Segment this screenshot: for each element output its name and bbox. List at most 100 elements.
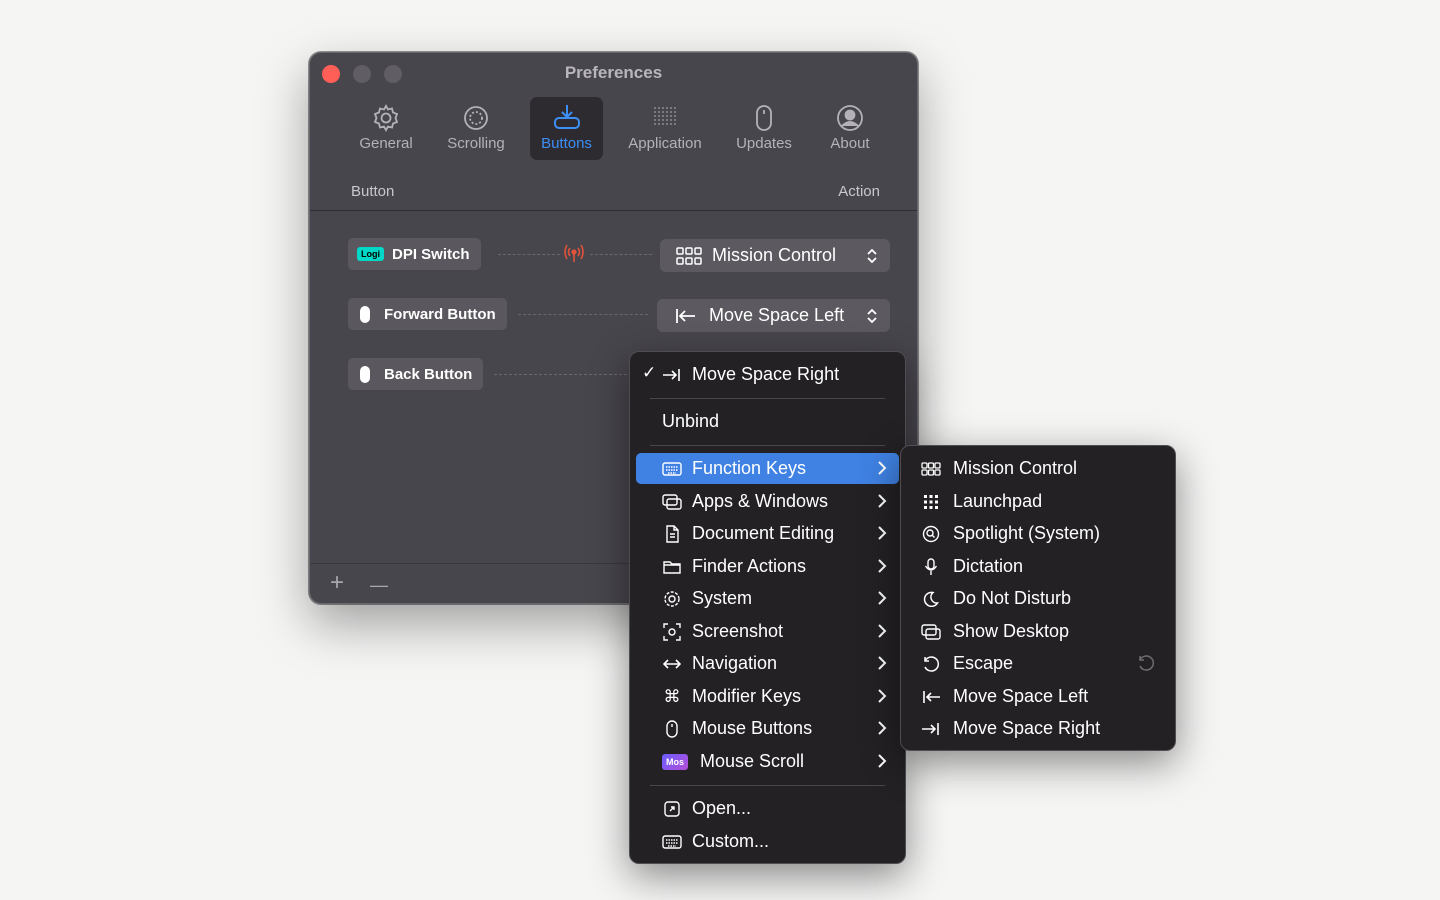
tab-application[interactable]: Application <box>624 97 706 160</box>
reset-icon[interactable] <box>1137 654 1155 672</box>
menu-item-label: Mouse Buttons <box>692 718 813 738</box>
menu-item-label: System <box>692 588 753 608</box>
submenu-item-label: Spotlight (System) <box>953 523 1101 543</box>
button-column-header: Button <box>351 183 395 200</box>
person-circle-icon <box>835 103 865 133</box>
connector-line <box>518 314 648 315</box>
tab-scrolling[interactable]: Scrolling <box>441 97 511 160</box>
document-icon <box>662 524 682 544</box>
menu-item-label: Screenshot <box>692 621 784 641</box>
menu-item-unbind[interactable]: Unbind <box>636 406 899 437</box>
chevron-right-icon <box>877 493 887 509</box>
submenu-item-label: Escape <box>953 653 1014 673</box>
menu-item-open[interactable]: Open... <box>636 793 899 824</box>
chevron-right-icon <box>877 590 887 606</box>
checkmark-icon: ✓ <box>642 363 657 382</box>
menu-item-label: Modifier Keys <box>692 686 802 706</box>
command-icon: ⌘ <box>663 686 681 706</box>
submenu-item-label: Do Not Disturb <box>953 588 1072 608</box>
chevron-right-icon <box>877 558 887 574</box>
menu-item-checked[interactable]: ✓ Move Space Right <box>636 359 899 390</box>
menu-item-label: Document Editing <box>692 523 835 543</box>
menu-item-mouse-buttons[interactable]: Mouse Buttons <box>636 713 899 744</box>
gear-icon <box>371 103 401 133</box>
left-right-arrow-icon <box>662 654 682 674</box>
menu-separator <box>650 785 885 786</box>
chevron-updown-icon <box>866 247 878 265</box>
mos-badge: Mos <box>662 753 688 770</box>
menu-item-screenshot[interactable]: Screenshot <box>636 616 899 647</box>
remove-button[interactable]: — <box>370 574 388 596</box>
menu-item-navigation[interactable]: Navigation <box>636 648 899 679</box>
chevron-right-icon <box>877 688 887 704</box>
chevron-updown-icon <box>866 307 878 325</box>
add-button[interactable]: + <box>330 571 344 595</box>
keyboard-icon <box>662 832 682 852</box>
chevron-right-icon <box>877 753 887 769</box>
submenu-item-label: Show Desktop <box>953 621 1070 641</box>
microphone-icon <box>921 557 941 577</box>
open-external-icon <box>662 799 682 819</box>
grid-icon <box>921 459 941 479</box>
button-chip-back[interactable]: Back Button <box>348 358 484 390</box>
menu-item-finder-actions[interactable]: Finder Actions <box>636 551 899 582</box>
action-label: Mission Control <box>712 245 837 265</box>
submenu-item-show-desktop[interactable]: Show Desktop <box>907 616 1169 647</box>
desktop-windows-icon <box>921 622 941 642</box>
broadcast-icon <box>563 244 585 264</box>
tray-download-icon <box>552 103 582 133</box>
chevron-right-icon <box>877 525 887 541</box>
menu-item-label: Open... <box>692 798 752 818</box>
button-chip-forward[interactable]: Forward Button <box>348 298 507 330</box>
submenu-item-label: Launchpad <box>953 491 1043 511</box>
submenu-item-move-space-right[interactable]: Move Space Right <box>907 713 1169 744</box>
arrow-left-bar-icon <box>673 306 699 326</box>
submenu-item-label: Move Space Right <box>953 718 1101 738</box>
tab-label: Buttons <box>541 135 592 152</box>
submenu-item-move-space-left[interactable]: Move Space Left <box>907 681 1169 712</box>
action-label: Move Space Left <box>709 305 845 325</box>
menu-item-modifier-keys[interactable]: ⌘ Modifier Keys <box>636 681 899 712</box>
connector-line <box>590 254 652 255</box>
header-divider <box>310 210 917 211</box>
menu-separator <box>650 398 885 399</box>
mouse-icon <box>662 719 682 739</box>
escape-icon <box>921 654 941 674</box>
tab-label: Application <box>628 135 702 152</box>
submenu-item-mission-control[interactable]: Mission Control <box>907 453 1169 484</box>
menu-item-label: Navigation <box>692 653 778 673</box>
button-chip-dpi-switch[interactable]: Logi DPI Switch <box>348 238 481 270</box>
mouse-icon <box>360 365 370 383</box>
submenu-item-launchpad[interactable]: Launchpad <box>907 486 1169 517</box>
arrow-right-bar-icon <box>662 365 682 385</box>
submenu-item-label: Mission Control <box>953 458 1078 478</box>
button-label: Back Button <box>384 365 473 383</box>
tab-updates[interactable]: Updates <box>729 97 799 160</box>
action-select-forward[interactable]: Move Space Left <box>657 299 890 332</box>
menu-item-function-keys[interactable]: Function Keys <box>636 453 899 484</box>
scroll-circle-icon <box>461 103 491 133</box>
tab-label: Scrolling <box>447 135 505 152</box>
submenu-item-dictation[interactable]: Dictation <box>907 551 1169 582</box>
launchpad-icon <box>921 492 941 512</box>
menu-item-custom[interactable]: Custom... <box>636 826 899 857</box>
submenu-item-escape[interactable]: Escape <box>907 648 1169 679</box>
keyboard-icon <box>662 459 682 479</box>
tab-general[interactable]: General <box>351 97 421 160</box>
submenu-item-spotlight[interactable]: Spotlight (System) <box>907 518 1169 549</box>
submenu-item-do-not-disturb[interactable]: Do Not Disturb <box>907 583 1169 614</box>
action-select-dpi-switch[interactable]: Mission Control <box>660 239 890 272</box>
gear-icon <box>662 589 682 609</box>
menu-item-mouse-scroll[interactable]: Mos Mouse Scroll <box>636 746 899 777</box>
menu-item-apps-windows[interactable]: Apps & Windows <box>636 486 899 517</box>
connector-line <box>498 254 560 255</box>
folder-icon <box>662 557 682 577</box>
menu-item-system[interactable]: System <box>636 583 899 614</box>
tab-about[interactable]: About <box>815 97 885 160</box>
arrow-right-bar-icon <box>921 719 941 739</box>
menu-item-document-editing[interactable]: Document Editing <box>636 518 899 549</box>
action-menu: ✓ Move Space Right Unbind Function Keys … <box>629 351 906 864</box>
spotlight-icon <box>921 524 941 544</box>
chevron-right-icon <box>877 623 887 639</box>
tab-buttons[interactable]: Buttons <box>530 97 603 160</box>
